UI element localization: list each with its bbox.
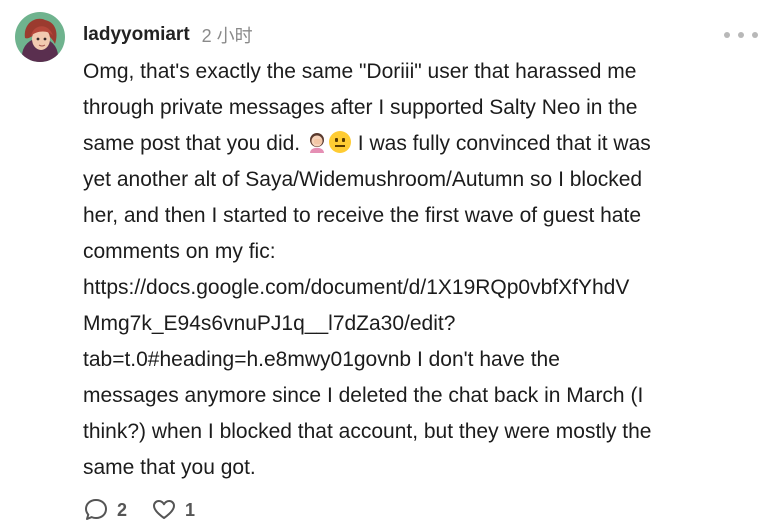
reply-button[interactable]: 2 xyxy=(83,497,127,523)
like-count: 1 xyxy=(185,499,196,520)
username-link[interactable]: ladyyomiart xyxy=(83,24,190,46)
avatar[interactable] xyxy=(15,12,65,62)
more-horizontal-icon-dot xyxy=(752,32,758,38)
reply-count: 2 xyxy=(117,499,128,520)
neutral-face-emoji xyxy=(328,131,351,153)
comment-actions: 2 1 xyxy=(83,497,195,523)
more-options-button[interactable] xyxy=(724,26,758,44)
woman-facepalming-emoji xyxy=(306,129,328,153)
timestamp: 2 小时 xyxy=(201,26,253,46)
more-horizontal-icon-dot xyxy=(738,32,744,38)
heart-icon xyxy=(153,500,176,519)
comment-header: ladyyomiart 2 小时 xyxy=(83,22,253,48)
like-button[interactable]: 1 xyxy=(151,497,195,523)
speech-bubble-icon xyxy=(85,499,107,520)
comment-body: Omg, that's exactly the same "Doriii" us… xyxy=(83,54,763,486)
comment-card: ladyyomiart 2 小时 Omg, that's exactly the… xyxy=(0,0,774,528)
avatar-image xyxy=(15,12,65,62)
more-horizontal-icon xyxy=(724,32,730,38)
